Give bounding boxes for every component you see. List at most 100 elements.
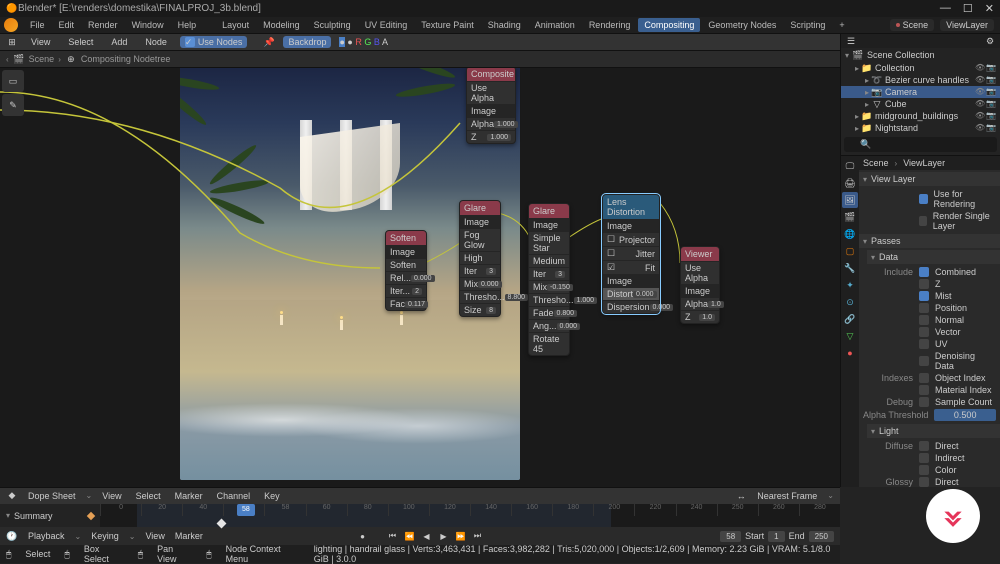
menu-render[interactable]: Render bbox=[82, 18, 124, 32]
bottom-area: ◆ Dope Sheet ⌄ View Select Marker Channe… bbox=[0, 487, 840, 563]
summary-label[interactable]: Summary bbox=[14, 511, 53, 521]
outliner-item[interactable]: ▸📁Nightstand👁📷 bbox=[841, 122, 1000, 134]
mouse-left-icon: 🖱 bbox=[64, 549, 69, 560]
ptab-object[interactable]: ▢ bbox=[842, 243, 858, 259]
tb-select[interactable]: Select bbox=[63, 36, 98, 48]
outliner-item[interactable]: ▸▽Cube👁📷 bbox=[841, 98, 1000, 110]
start-frame-field[interactable]: 1 bbox=[768, 531, 784, 542]
maximize-button[interactable]: ☐ bbox=[963, 2, 973, 15]
minimize-button[interactable]: — bbox=[940, 2, 951, 15]
filter-icon[interactable]: ⚙ bbox=[984, 35, 996, 47]
autokey-button[interactable]: ● bbox=[356, 529, 370, 543]
snap-mode[interactable]: Nearest Frame bbox=[753, 490, 821, 502]
titlebar: 🟠 Blender* [E:\renders\domestika\FINALPR… bbox=[0, 0, 1000, 17]
viewlayer-header[interactable]: View Layer bbox=[871, 174, 915, 184]
dopesheet-icon[interactable]: ◆ bbox=[6, 490, 18, 502]
node-soften[interactable]: Soften Image Soften Rel...0.000 Iter...2… bbox=[385, 230, 427, 311]
node-composite[interactable]: Composite Use Alpha Image Alpha1.000 Z1.… bbox=[466, 68, 516, 144]
ws-uv[interactable]: UV Editing bbox=[359, 18, 414, 32]
end-frame-field[interactable]: 250 bbox=[809, 531, 834, 542]
ws-shading[interactable]: Shading bbox=[482, 18, 527, 32]
node-glare-1[interactable]: Glare Image Fog Glow High Iter3 Mix0.000… bbox=[459, 200, 501, 317]
close-button[interactable]: ✕ bbox=[985, 2, 994, 15]
ws-scripting[interactable]: Scripting bbox=[784, 18, 831, 32]
outliner-search[interactable]: 🔍 bbox=[844, 137, 997, 152]
use-nodes-toggle[interactable]: ✓Use Nodes bbox=[180, 36, 248, 48]
node-lens-distortion[interactable]: Lens Distortion Image ☐Projector ☐Jitter… bbox=[602, 194, 660, 314]
outliner-item[interactable]: ▸📁Collection👁📷 bbox=[841, 62, 1000, 74]
ws-compositing[interactable]: Compositing bbox=[638, 18, 700, 32]
viewlayer-selector[interactable]: ViewLayer bbox=[940, 19, 994, 31]
ws-geonodes[interactable]: Geometry Nodes bbox=[702, 18, 782, 32]
ws-layout[interactable]: Layout bbox=[216, 18, 255, 32]
timeline-icon[interactable]: 🕐 bbox=[6, 530, 18, 542]
tb-node[interactable]: Node bbox=[140, 36, 172, 48]
render-single-check[interactable] bbox=[919, 216, 927, 226]
jump-start-button[interactable]: ⏮ bbox=[386, 529, 400, 543]
transport-bar: 🕐 Playback⌄ Keying⌄ View Marker ● ⏮ ⏪ ◀ … bbox=[0, 527, 840, 545]
ptab-particle[interactable]: ✦ bbox=[842, 277, 858, 293]
ws-animation[interactable]: Animation bbox=[529, 18, 581, 32]
channel-color-button[interactable]: ● bbox=[339, 37, 344, 47]
combined-check[interactable] bbox=[919, 267, 929, 277]
pin-icon[interactable]: 📌 bbox=[263, 36, 275, 48]
ws-add[interactable]: + bbox=[833, 18, 850, 32]
jump-end-button[interactable]: ⏭ bbox=[471, 529, 485, 543]
use-rendering-check[interactable] bbox=[919, 194, 928, 204]
menu-window[interactable]: Window bbox=[126, 18, 170, 32]
current-frame-field[interactable]: 58 bbox=[720, 531, 741, 542]
ptab-physics[interactable]: ⊙ bbox=[842, 294, 858, 310]
mouse-middle-icon: 🖱 bbox=[138, 549, 143, 560]
ptab-viewlayer[interactable]: 🖼 bbox=[842, 192, 858, 208]
play-button[interactable]: ▶ bbox=[437, 529, 451, 543]
next-key-button[interactable]: ⏩ bbox=[454, 529, 468, 543]
menu-edit[interactable]: Edit bbox=[53, 18, 81, 32]
outliner-icon[interactable]: ☰ bbox=[845, 35, 857, 47]
ptab-output[interactable]: 🖨 bbox=[842, 175, 858, 191]
ptab-scene[interactable]: 🎬 bbox=[842, 209, 858, 225]
channel-a-button[interactable]: A bbox=[382, 37, 388, 47]
channel-g-button[interactable]: G bbox=[364, 37, 371, 47]
ws-rendering[interactable]: Rendering bbox=[583, 18, 637, 32]
node-viewer[interactable]: Viewer Use Alpha Image Alpha1.0 Z1.0 bbox=[680, 246, 720, 324]
domestika-badge bbox=[926, 489, 980, 543]
prev-key-button[interactable]: ⏪ bbox=[403, 529, 417, 543]
window-title: Blender* [E:\renders\domestika\FINALPROJ… bbox=[18, 3, 940, 14]
menu-help[interactable]: Help bbox=[172, 18, 203, 32]
crumb-scene[interactable]: Scene bbox=[29, 54, 55, 64]
select-tool[interactable]: ▭ bbox=[2, 70, 24, 92]
ptab-material[interactable]: ● bbox=[842, 345, 858, 361]
alpha-threshold-field[interactable]: 0.500 bbox=[934, 409, 996, 421]
outliner-scene[interactable]: Scene Collection bbox=[867, 50, 935, 60]
tb-view[interactable]: View bbox=[26, 36, 55, 48]
stats-text: lighting | handrail glass | Verts:3,463,… bbox=[314, 544, 834, 564]
channel-b-button[interactable]: B bbox=[374, 37, 380, 47]
channel-r-button[interactable]: R bbox=[355, 37, 362, 47]
dopesheet-mode[interactable]: Dope Sheet bbox=[24, 490, 80, 502]
passes-header[interactable]: Passes bbox=[871, 236, 901, 246]
menu-file[interactable]: File bbox=[24, 18, 51, 32]
playhead[interactable]: 58 bbox=[237, 504, 255, 516]
ptab-constraint[interactable]: 🔗 bbox=[842, 311, 858, 327]
tb-add[interactable]: Add bbox=[106, 36, 132, 48]
ptab-modifier[interactable]: 🔧 bbox=[842, 260, 858, 276]
channel-bw-button[interactable]: ● bbox=[347, 37, 352, 47]
ptab-world[interactable]: 🌐 bbox=[842, 226, 858, 242]
outliner-item[interactable]: ▸📷Camera👁📷 bbox=[841, 86, 1000, 98]
outliner-item[interactable]: ▸📁midground_buildings👁📷 bbox=[841, 110, 1000, 122]
timeline[interactable]: ▾Summary 0204050586080100120140160180200… bbox=[0, 504, 840, 528]
ptab-render[interactable]: 🖵 bbox=[842, 158, 858, 174]
ws-sculpting[interactable]: Sculpting bbox=[308, 18, 357, 32]
ws-texpaint[interactable]: Texture Paint bbox=[415, 18, 480, 32]
ptab-data[interactable]: ▽ bbox=[842, 328, 858, 344]
backdrop-toggle[interactable]: Backdrop bbox=[283, 36, 331, 48]
ws-modeling[interactable]: Modeling bbox=[257, 18, 306, 32]
play-reverse-button[interactable]: ◀ bbox=[420, 529, 434, 543]
annotate-tool[interactable]: ✎ bbox=[2, 94, 24, 116]
node-glare-2[interactable]: Glare Image Simple Star Medium Iter3 Mix… bbox=[528, 203, 570, 356]
crumb-tree[interactable]: Compositing Nodetree bbox=[81, 54, 171, 64]
scene-selector[interactable]: Scene bbox=[890, 19, 935, 31]
mouse-right-icon: 🖱 bbox=[206, 549, 211, 560]
editor-type-icon[interactable]: ⊞ bbox=[6, 36, 18, 48]
outliner-item[interactable]: ▸➰Bezier curve handles👁📷 bbox=[841, 74, 1000, 86]
